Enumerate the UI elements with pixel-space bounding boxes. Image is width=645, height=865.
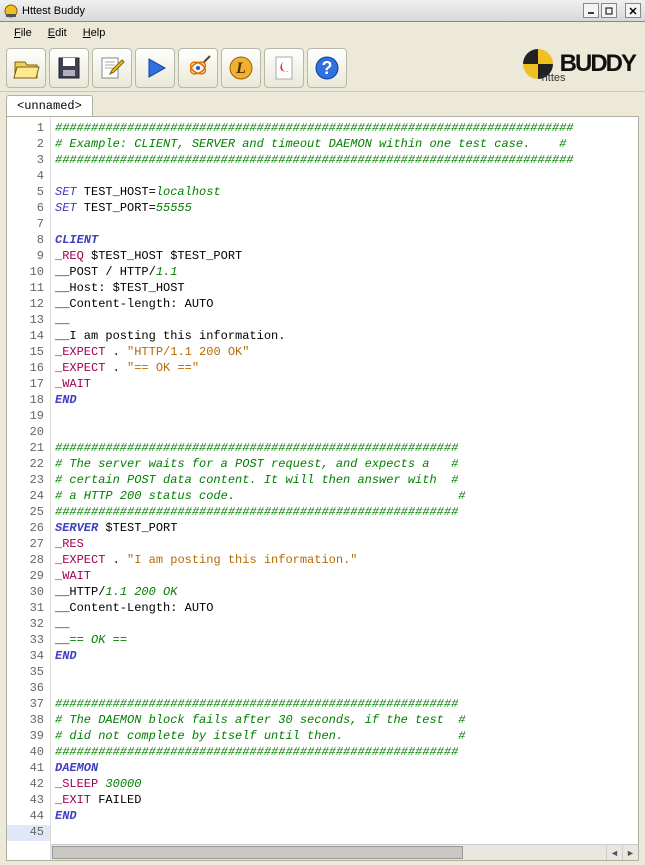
code-line[interactable]: END xyxy=(55,809,638,825)
logo-sub: httes xyxy=(542,72,566,84)
code-line[interactable]: __Host: $TEST_HOST xyxy=(55,281,638,297)
open-button[interactable] xyxy=(6,48,46,88)
scroll-left-icon[interactable]: ◄ xyxy=(606,845,622,860)
app-icon xyxy=(4,4,18,18)
code-line[interactable]: _WAIT xyxy=(55,377,638,393)
scroll-right-icon[interactable]: ► xyxy=(622,845,638,860)
code-line[interactable]: _EXIT FAILED xyxy=(55,793,638,809)
code-line[interactable]: __== OK == xyxy=(55,633,638,649)
code-line[interactable]: _EXPECT . "I am posting this information… xyxy=(55,553,638,569)
code-line[interactable]: _SLEEP 30000 xyxy=(55,777,638,793)
scroll-thumb[interactable] xyxy=(52,846,463,859)
tab-unnamed[interactable]: <unnamed> xyxy=(6,95,93,116)
code-line[interactable]: __I am posting this information. xyxy=(55,329,638,345)
code-line[interactable]: ########################################… xyxy=(55,745,638,761)
menu-help[interactable]: Help xyxy=(75,25,114,41)
code-line[interactable]: _REQ $TEST_HOST $TEST_PORT xyxy=(55,249,638,265)
code-line[interactable]: _EXPECT . "HTTP/1.1 200 OK" xyxy=(55,345,638,361)
code-line[interactable]: __ xyxy=(55,313,638,329)
code-line[interactable]: # The server waits for a POST request, a… xyxy=(55,457,638,473)
code-line[interactable]: # certain POST data content. It will the… xyxy=(55,473,638,489)
code-line[interactable]: __HTTP/1.1 200 OK xyxy=(55,585,638,601)
window-title: Httest Buddy xyxy=(22,5,583,17)
code-line[interactable]: DAEMON xyxy=(55,761,638,777)
code-line[interactable]: ########################################… xyxy=(55,153,638,169)
code-line[interactable] xyxy=(55,681,638,697)
code-line[interactable] xyxy=(55,217,638,233)
log-button[interactable]: L xyxy=(221,48,261,88)
minimize-button[interactable] xyxy=(583,3,599,18)
logo-brand: BUDDY xyxy=(560,50,635,78)
pdf-button[interactable] xyxy=(264,48,304,88)
code-line[interactable] xyxy=(55,825,638,841)
save-button[interactable] xyxy=(49,48,89,88)
code-line[interactable]: END xyxy=(55,649,638,665)
code-line[interactable]: __ xyxy=(55,617,638,633)
toolbar: L ? BUDDY httes xyxy=(0,44,645,92)
code-line[interactable]: __Content-length: AUTO xyxy=(55,297,638,313)
titlebar: Httest Buddy xyxy=(0,0,645,22)
code-line[interactable]: # did not complete by itself until then.… xyxy=(55,729,638,745)
code-line[interactable]: _EXPECT . "== OK ==" xyxy=(55,361,638,377)
menubar: File Edit Help xyxy=(0,22,645,44)
code-line[interactable]: CLIENT xyxy=(55,233,638,249)
svg-text:?: ? xyxy=(322,58,333,78)
run-button[interactable] xyxy=(135,48,175,88)
code-line[interactable]: # a HTTP 200 status code. # xyxy=(55,489,638,505)
code-line[interactable] xyxy=(55,409,638,425)
svg-text:L: L xyxy=(235,60,246,77)
code-line[interactable]: ########################################… xyxy=(55,697,638,713)
menu-file[interactable]: File xyxy=(6,25,40,41)
close-button[interactable] xyxy=(625,3,641,18)
code-line[interactable] xyxy=(55,665,638,681)
code-line[interactable]: SET TEST_HOST=localhost xyxy=(55,185,638,201)
editor[interactable]: 1234567891011121314151617181920212223242… xyxy=(6,116,639,861)
code-line[interactable]: # Example: CLIENT, SERVER and timeout DA… xyxy=(55,137,638,153)
code-line[interactable] xyxy=(55,425,638,441)
horizontal-scrollbar[interactable]: ◄ ► xyxy=(51,844,638,860)
code-line[interactable]: ########################################… xyxy=(55,121,638,137)
wand-button[interactable] xyxy=(178,48,218,88)
code-line[interactable] xyxy=(55,169,638,185)
code-area[interactable]: ########################################… xyxy=(51,117,638,860)
edit-button[interactable] xyxy=(92,48,132,88)
code-line[interactable]: # The DAEMON block fails after 30 second… xyxy=(55,713,638,729)
gutter: 1234567891011121314151617181920212223242… xyxy=(7,117,51,860)
code-line[interactable]: __POST / HTTP/1.1 xyxy=(55,265,638,281)
tab-row: <unnamed> xyxy=(0,92,645,116)
code-line[interactable]: ########################################… xyxy=(55,505,638,521)
code-line[interactable]: SERVER $TEST_PORT xyxy=(55,521,638,537)
logo: BUDDY httes xyxy=(520,46,635,82)
maximize-button[interactable] xyxy=(601,3,617,18)
code-line[interactable]: _RES xyxy=(55,537,638,553)
code-line[interactable]: ########################################… xyxy=(55,441,638,457)
help-button[interactable]: ? xyxy=(307,48,347,88)
code-line[interactable]: SET TEST_PORT=55555 xyxy=(55,201,638,217)
code-line[interactable]: __Content-Length: AUTO xyxy=(55,601,638,617)
menu-edit[interactable]: Edit xyxy=(40,25,75,41)
code-line[interactable]: END xyxy=(55,393,638,409)
code-line[interactable]: _WAIT xyxy=(55,569,638,585)
